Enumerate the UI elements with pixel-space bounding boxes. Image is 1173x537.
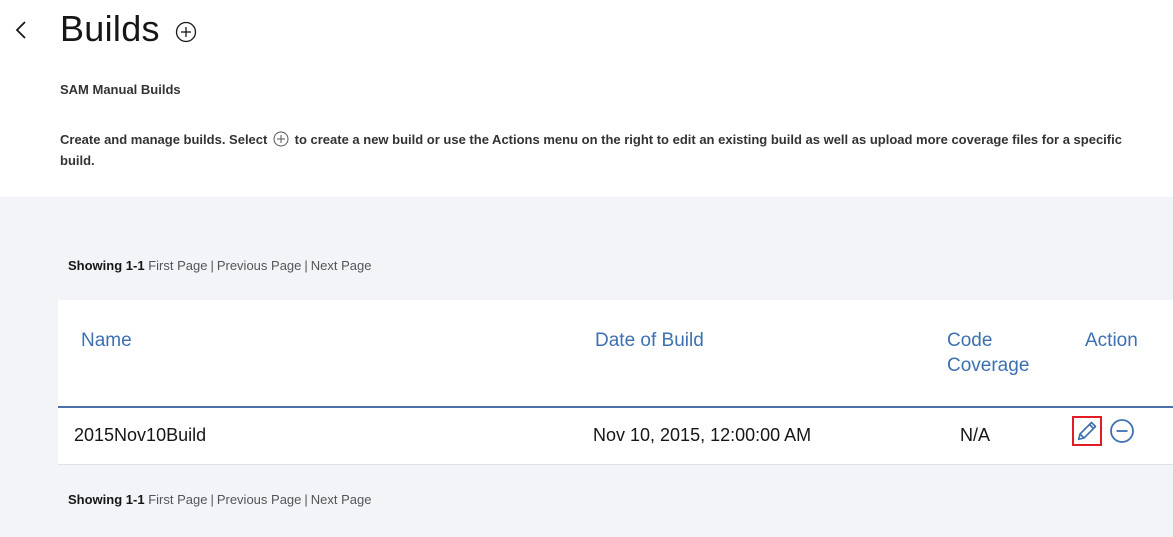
pagination-separator: | [210,492,214,507]
showing-count: Showing 1-1 [68,492,145,507]
column-header-coverage[interactable]: Code Coverage [947,328,1057,378]
column-header-date[interactable]: Date of Build [595,328,704,353]
pagination-separator: | [304,258,308,273]
column-header-action: Action [1085,330,1138,351]
pagination-top: Showing 1-1 First Page | Previous Page | Nex… [68,258,371,273]
edit-build-button[interactable] [1072,416,1102,446]
remove-build-button[interactable] [1107,416,1137,446]
page-description: Create and manage builds. Select to crea… [60,129,1140,171]
next-page-link[interactable]: Next Page [311,258,372,273]
previous-page-link[interactable]: Previous Page [217,258,302,273]
first-page-link[interactable]: First Page [148,258,207,273]
pagination-separator: | [304,492,308,507]
previous-page-link[interactable]: Previous Page [217,492,302,507]
table-row: 2015Nov10Build Nov 10, 2015, 12:00:00 AM… [58,408,1173,465]
page-title: Builds [60,8,160,49]
pagination-separator: | [210,258,214,273]
pagination-bottom: Showing 1-1 First Page | Previous Page | Nex… [68,492,371,507]
page-header: Builds [0,0,1173,60]
plus-circle-icon [175,21,197,43]
add-build-button[interactable] [175,21,197,43]
chevron-left-icon [10,18,34,42]
cell-code-coverage: N/A [960,425,991,445]
column-header-name[interactable]: Name [81,328,132,353]
first-page-link[interactable]: First Page [148,492,207,507]
description-text-start: Create and manage builds. Select [60,132,268,147]
showing-count: Showing 1-1 [68,258,145,273]
cell-build-name: 2015Nov10Build [74,425,207,445]
back-button[interactable] [10,18,34,42]
page-subtitle: SAM Manual Builds [60,82,181,97]
next-page-link[interactable]: Next Page [311,492,372,507]
builds-table: Name Date of Build Code Coverage Action … [58,300,1173,465]
cell-build-date: Nov 10, 2015, 12:00:00 AM [593,425,812,445]
pencil-icon [1074,418,1100,444]
table-header: Name Date of Build Code Coverage Action [58,300,1173,408]
plus-circle-icon [273,131,289,147]
minus-circle-icon [1107,416,1137,446]
